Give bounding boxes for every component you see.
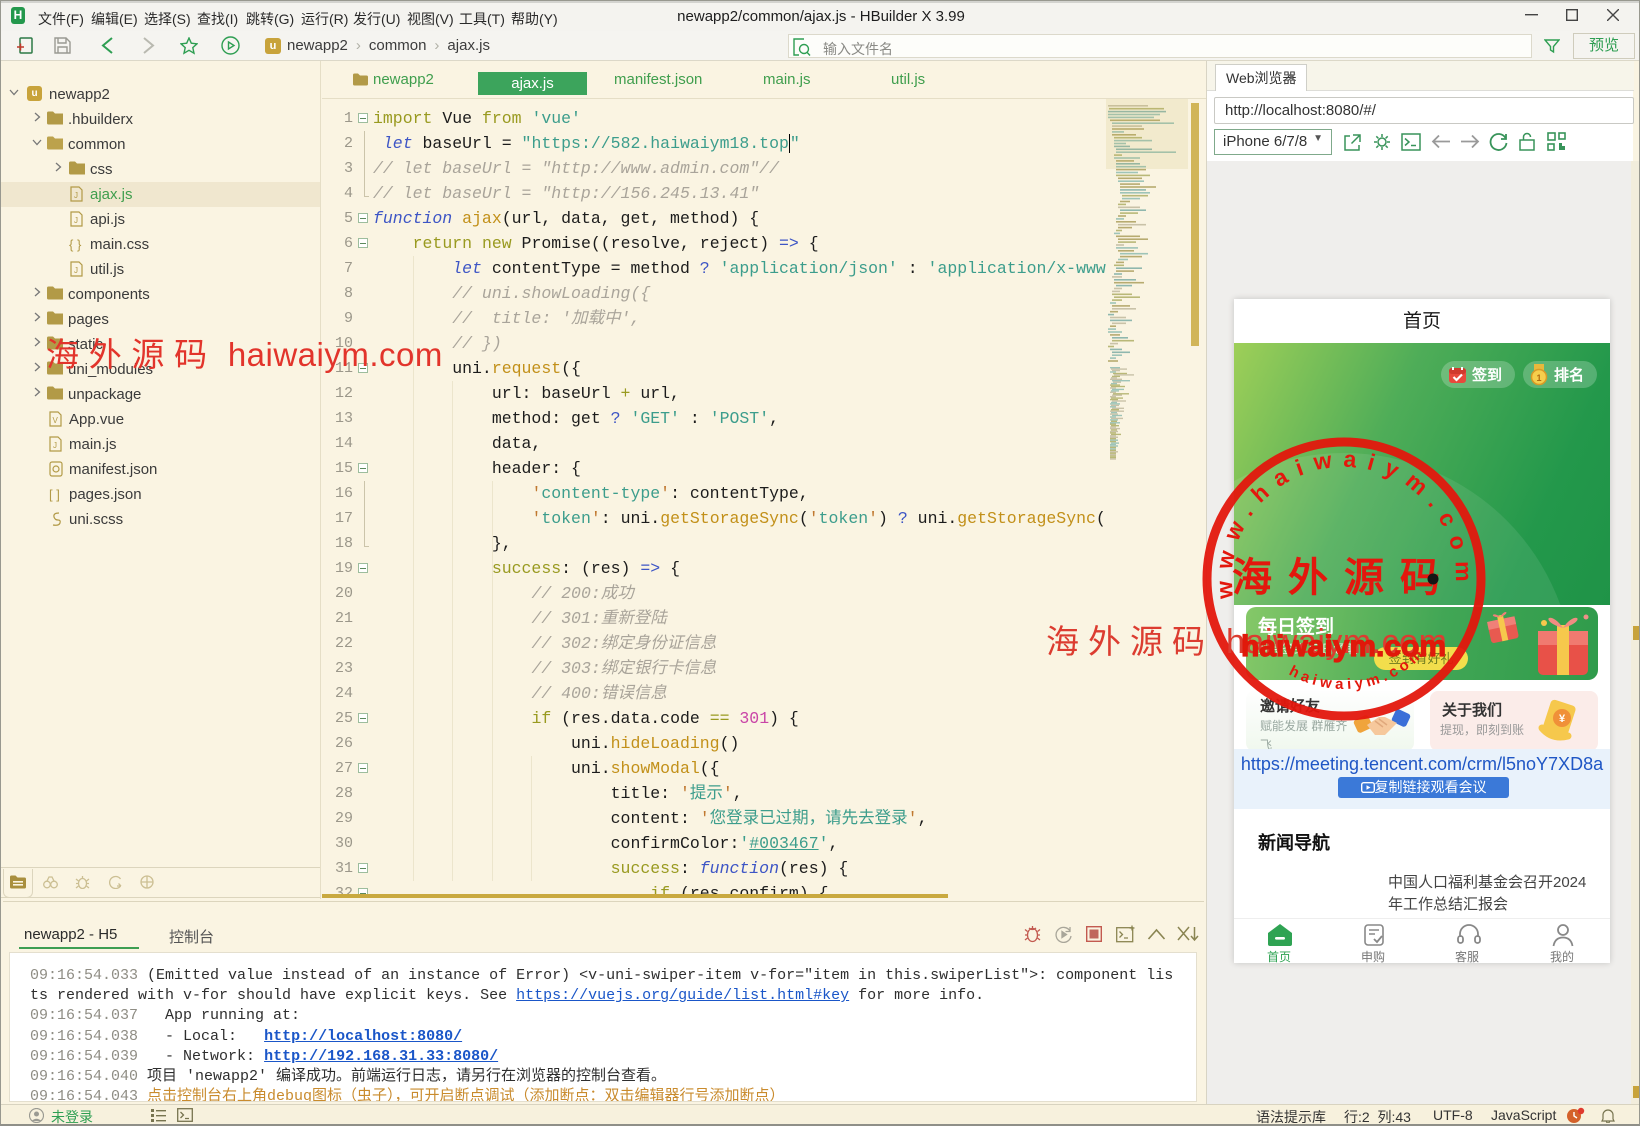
svg-text:1: 1: [1536, 373, 1541, 383]
svg-text:V: V: [53, 416, 59, 425]
svg-text:¥: ¥: [1559, 713, 1566, 725]
svg-text:J: J: [74, 216, 78, 225]
svg-text:J: J: [53, 441, 57, 450]
svg-text:海外源码: 海外源码: [1232, 556, 1456, 600]
svg-text:J: J: [74, 266, 78, 275]
svg-text:J: J: [74, 191, 78, 200]
